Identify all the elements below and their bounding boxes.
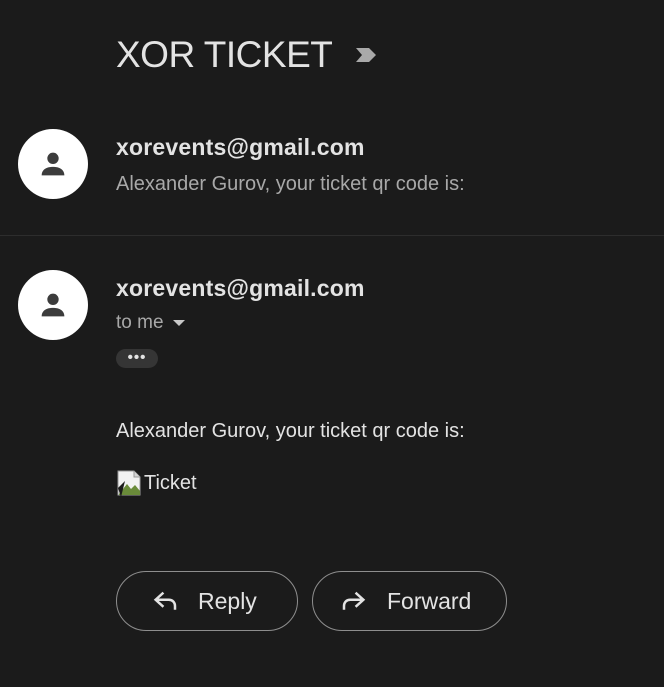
broken-image-icon (116, 469, 144, 497)
message-body-text: Alexander Gurov, your ticket qr code is: (116, 420, 465, 442)
person-icon (41, 293, 65, 317)
ticket-image: Ticket (116, 469, 197, 497)
reply-label: Reply (198, 587, 257, 614)
caret-down-icon (172, 320, 185, 326)
recipient-label: to me (116, 312, 164, 333)
email-view: XOR TICKET xorevents@gmail.com Alexander… (0, 0, 664, 687)
reply-icon (150, 586, 180, 616)
avatar[interactable] (18, 129, 88, 199)
avatar[interactable] (18, 270, 88, 340)
image-alt-text: Ticket (144, 472, 197, 494)
subject-row: XOR TICKET (116, 33, 378, 77)
message-snippet: Alexander Gurov, your ticket qr code is: (116, 173, 465, 195)
collapsed-message[interactable]: xorevents@gmail.com Alexander Gurov, you… (0, 125, 664, 236)
reply-button[interactable]: Reply (116, 571, 298, 631)
person-icon (41, 152, 65, 176)
forward-button[interactable]: Forward (312, 571, 507, 631)
recipient-details-toggle[interactable]: to me (116, 310, 185, 336)
message-actions: Reply Forward (116, 571, 507, 631)
forward-label: Forward (387, 587, 472, 614)
sender-name: xorevents@gmail.com (116, 134, 365, 160)
email-subject: XOR TICKET (116, 34, 333, 75)
sender-name: xorevents@gmail.com (116, 275, 365, 301)
importance-marker-icon[interactable] (354, 46, 378, 64)
forward-icon (339, 586, 369, 616)
show-trimmed-content-button[interactable]: ••• (116, 349, 158, 368)
